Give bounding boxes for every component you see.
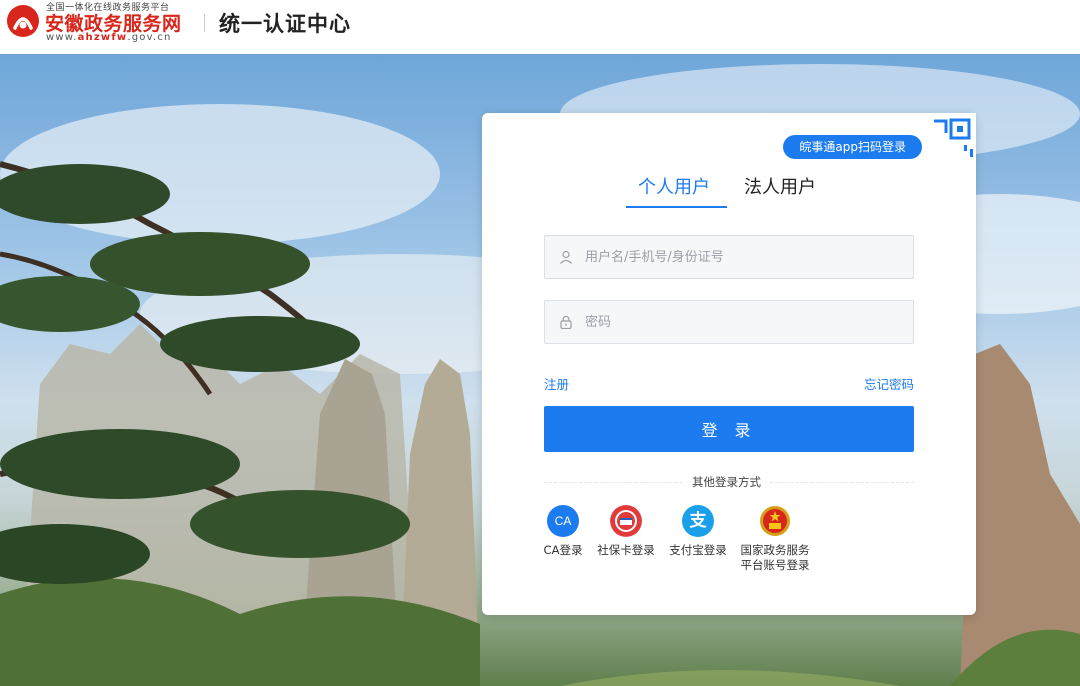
username-input[interactable] (585, 236, 905, 278)
lock-icon (560, 315, 572, 329)
site-header: 全国一体化在线政务服务平台 安徽政务服务网 www.ahzwfw.gov.cn … (0, 0, 1080, 54)
national-gov-login-option[interactable]: 国家政务服务 平台账号登录 (736, 505, 814, 573)
other-methods-label: 其他登录方式 (684, 474, 769, 490)
tab-legal-user[interactable]: 法人用户 (744, 173, 816, 199)
ahzwfw-logo-icon[interactable] (6, 4, 40, 38)
password-input[interactable] (585, 301, 905, 343)
ca-icon: CA (547, 505, 579, 537)
user-type-tabs: 个人用户 法人用户 (626, 173, 846, 211)
logo-url: www.ahzwfw.gov.cn (46, 32, 172, 43)
social-security-card-icon (610, 505, 642, 537)
social-security-login-option[interactable]: 社保卡登录 (594, 505, 658, 558)
ca-login-option[interactable]: CA CA登录 (540, 505, 586, 558)
alipay-login-label: 支付宝登录 (669, 543, 727, 557)
tab-personal-user[interactable]: 个人用户 (638, 173, 710, 199)
login-button[interactable]: 登 录 (544, 406, 914, 452)
national-gov-login-label: 国家政务服务 平台账号登录 (740, 543, 810, 572)
alipay-login-option[interactable]: 支 支付宝登录 (666, 505, 730, 558)
user-icon (560, 250, 572, 264)
alipay-icon: 支 (682, 505, 714, 537)
login-card: 皖事通app扫码登录 个人用户 法人用户 注册 忘记密码 登 录 其他登录方式 … (482, 113, 976, 615)
qr-code-switch-icon[interactable] (924, 113, 976, 165)
active-tab-indicator (626, 206, 727, 208)
scan-login-badge[interactable]: 皖事通app扫码登录 (783, 135, 922, 159)
password-field (544, 300, 914, 344)
national-emblem-icon (760, 506, 790, 536)
page-title: 统一认证中心 (219, 12, 351, 36)
social-security-login-label: 社保卡登录 (597, 543, 655, 557)
forgot-password-link[interactable]: 忘记密码 (864, 374, 914, 393)
username-field (544, 235, 914, 279)
ca-login-label: CA登录 (543, 543, 583, 557)
header-divider (204, 14, 205, 32)
register-link[interactable]: 注册 (544, 374, 569, 393)
